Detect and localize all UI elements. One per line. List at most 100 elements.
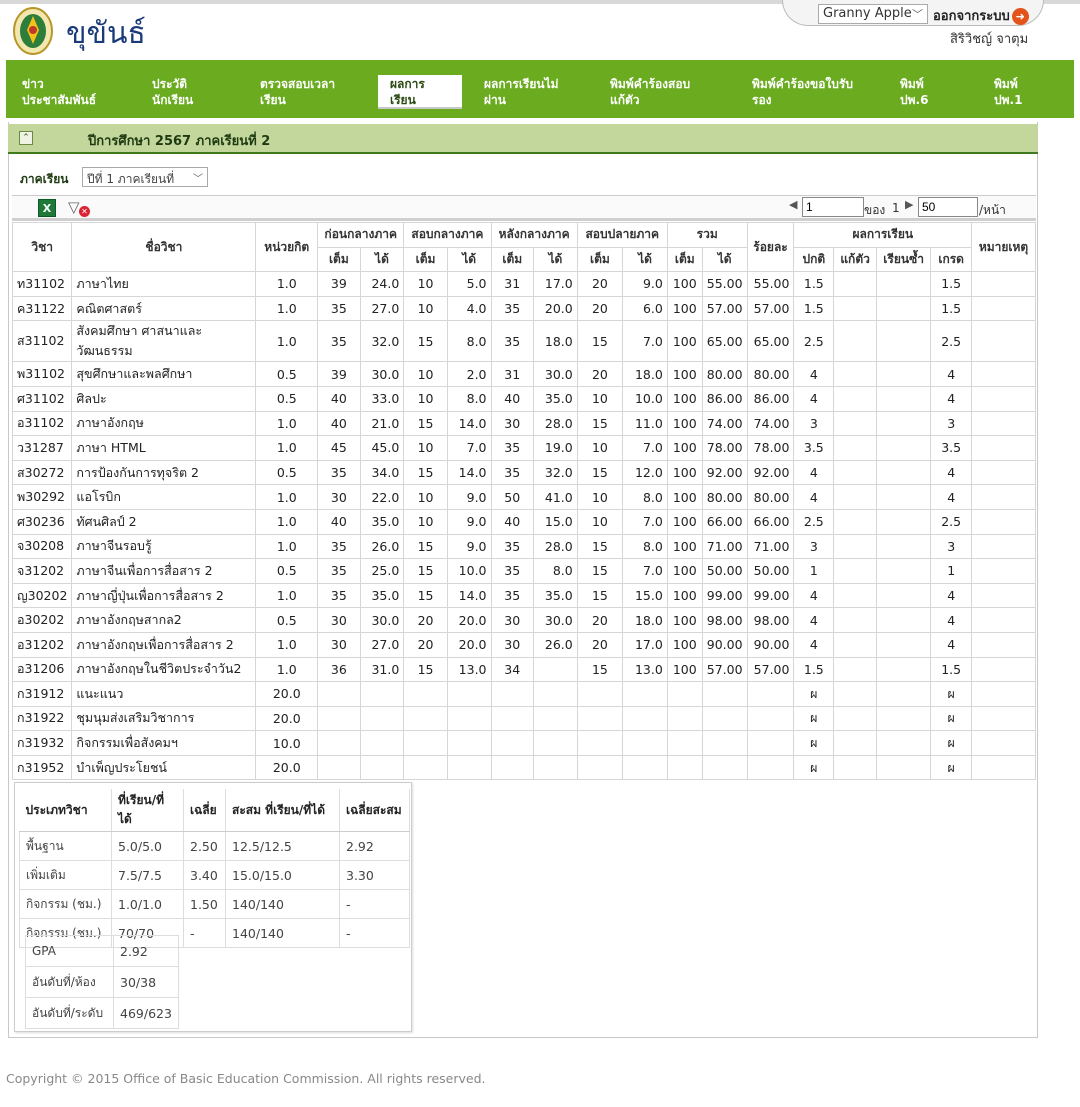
table-row[interactable]: ส30272 การป้องกันการทุจริต 2 0.5 35 34.0 15 14… [11,459,1036,486]
cell-percent: 90.00 [746,631,795,658]
cell-final-got: 6.0 [622,295,668,322]
col-grade: เกรด [930,246,973,273]
cell-retest [833,385,877,412]
page-input[interactable] [802,197,864,217]
nav-item-news[interactable]: ข่าว ประชาสัมพันธ์ [22,76,96,108]
summary-cell: - [339,918,410,948]
cell-normal: 4 [793,484,835,510]
cell-normal: 1 [793,558,835,584]
cell-subject-code: ท31102 [11,271,73,297]
logout-button[interactable]: ออกจากระบบ ➜ [933,5,1029,26]
cell-normal: 1.5 [793,271,835,297]
next-page-icon[interactable]: ▶ [905,198,913,211]
nav-label: เรียน [390,93,416,107]
cell-credit: 1.0 [255,508,319,535]
table-row[interactable]: พ31102 สุขศึกษาและพลศึกษา 0.5 39 30.0 10 2.0 31… [11,361,1036,387]
cell-total-full: 100 [666,459,703,486]
collapse-icon[interactable]: ⌃ [19,131,33,145]
cell-final-full: 15 [576,410,624,437]
chevron-down-icon: ﹀ [912,8,923,21]
table-row[interactable]: จ30208 ภาษาจีนรอบรู้ 1.0 35 26.0 15 9.0 35 28.0 1… [11,533,1036,560]
account-select[interactable]: Granny Apple ﹀ [818,4,928,24]
table-row[interactable]: ท31102 ภาษาไทย 1.0 39 24.0 10 5.0 31 17.0 20 9.0 10… [11,271,1036,297]
table-row[interactable]: พ30292 แอโรบิก 1.0 30 22.0 10 9.0 50 41.0 10 8.0 10… [11,484,1036,510]
cell-before-full: 39 [317,271,361,297]
cell-total-got [701,730,748,756]
table-row[interactable]: อ31202 ภาษาอังกฤษเพื่อการสื่อสาร 2 1.0 30 27… [11,631,1036,658]
cell-remark [971,558,1036,584]
nav-item-print-pp1[interactable]: พิมพ์ ปพ.1 [994,76,1022,108]
cell-after-full [490,705,535,732]
cell-normal: 4 [793,459,835,486]
cell-total-full: 100 [666,508,703,535]
cell-before-got: 34.0 [359,459,405,486]
table-row[interactable]: อ30202 ภาษาอังกฤษสากล2 0.5 30 30.0 20 20.0 30 30… [11,607,1036,633]
cell-mid-got: 10.0 [446,558,492,584]
table-row[interactable]: ก31922 ชุมนุมส่งเสริมวิชาการ 20.0 ผ ผ [11,705,1036,732]
account-select-value: Granny Apple [823,6,912,21]
nav-item-failed-results[interactable]: ผลการเรียนไม่ ผ่าน [484,76,559,108]
cell-before-full: 30 [317,607,361,633]
cell-subject-name: ชุมนุมส่งเสริมวิชาการ [71,705,257,732]
cell-retest [833,295,877,322]
cell-credit: 20.0 [255,681,319,707]
cell-normal: ผ [793,730,835,756]
table-row[interactable]: ก31932 กิจกรรมเพื่อสังคมฯ 10.0 ผ ผ [11,730,1036,756]
nav-label: พิมพ์คำร้องขอใบรับ [752,77,853,91]
cell-final-got: 9.0 [622,271,668,297]
nav-item-student-profile[interactable]: ประวัติ นักเรียน [152,76,193,108]
nav-item-grades[interactable]: ผลการ เรียน [378,75,462,109]
cell-grade: 1.5 [930,656,973,683]
table-row[interactable]: ศ30236 ทัศนศิลป์ 2 1.0 40 35.0 10 9.0 40 15.0 10 7… [11,508,1036,535]
nav-item-print-certificate[interactable]: พิมพ์คำร้องขอใบรับ รอง [752,76,853,108]
col-total: รวม [666,222,748,248]
cell-final-got: 12.0 [622,459,668,486]
cell-final-got: 17.0 [622,631,668,658]
cell-before-full: 35 [317,320,361,363]
cell-subject-name: แอโรบิก [71,484,257,510]
grades-table: วิชา ชื่อวิชา หน่วยกิต ก่อนกลางภาค สอบกล… [11,221,1036,781]
cell-after-got [533,656,578,683]
col-percent[interactable]: ร้อยละ [746,221,795,273]
summary-cell: 140/140 [225,889,340,919]
table-row[interactable]: จ31202 ภาษาจีนเพื่อการสื่อสาร 2 0.5 35 25.0 1… [11,558,1036,584]
cell-total-full: 100 [666,295,703,322]
cell-before-got: 35.0 [359,508,405,535]
gpa-label: อันดับที่/ระดับ [25,997,114,1029]
prev-page-icon[interactable]: ◀ [789,198,797,211]
cell-final-got: 8.0 [622,484,668,510]
cell-subject-code: จ31202 [11,558,73,584]
nav-label: ผ่าน [484,93,506,107]
table-row[interactable]: อ31102 ภาษาอังกฤษ 1.0 40 21.0 15 14.0 30 28.0 15 1… [11,410,1036,437]
col-subject-code[interactable]: วิชา [11,221,73,273]
col-credit[interactable]: หน่วยกิต [255,221,319,273]
nav-item-attendance[interactable]: ตรวจสอบเวลา เรียน [260,76,335,108]
cell-total-got: 92.00 [701,459,748,486]
table-row[interactable]: ส31102 สังคมศึกษา ศาสนาและวัฒนธรรม 1.0 35 32… [11,320,1036,363]
clear-filter-icon[interactable]: ▽ ✕ [68,198,90,218]
excel-export-icon[interactable]: X [38,199,56,217]
cell-retest [833,361,877,387]
page-size-input[interactable] [918,197,978,217]
cell-before-got: 21.0 [359,410,405,437]
cell-total-got: 74.00 [701,410,748,437]
nav-item-print-retest[interactable]: พิมพ์คำร้องสอบ แก้ตัว [610,76,690,108]
cell-total-full: 100 [666,558,703,584]
table-row[interactable]: ค31122 คณิตศาสตร์ 1.0 35 27.0 10 4.0 35 20.0 20 6.… [11,295,1036,322]
table-row[interactable]: ญ30202 ภาษาญี่ปุ่นเพื่อการสื่อสาร 2 1.0 35 3… [11,582,1036,609]
table-row[interactable]: ก31912 แนะแนว 20.0 ผ ผ [11,681,1036,707]
cell-after-full [490,681,535,707]
chevron-down-icon: ﹀ [193,174,203,185]
term-select[interactable]: ปีที่ 1 ภาคเรียนที่ ﹀ [82,167,208,187]
table-row[interactable]: ศ31102 ศิลปะ 0.5 40 33.0 10 8.0 40 35.0 10 10.0 100… [11,385,1036,412]
col-remark[interactable]: หมายเหตุ [971,221,1036,273]
col-subject-name[interactable]: ชื่อวิชา [71,221,257,273]
table-row[interactable]: ก31952 บำเพ็ญประโยชน์ 20.0 ผ ผ [11,754,1036,781]
table-row[interactable]: ว31287 ภาษา HTML 1.0 45 45.0 10 7.0 35 19.0 10 7.0… [11,435,1036,461]
cell-after-full: 50 [490,484,535,510]
main-nav: ข่าว ประชาสัมพันธ์ ประวัติ นักเรียน ตรวจสอ… [6,60,1074,118]
nav-item-print-pp6[interactable]: พิมพ์ ปพ.6 [900,76,928,108]
cell-credit: 1.0 [255,533,319,560]
cell-remark [971,361,1036,387]
table-row[interactable]: อ31206 ภาษาอังกฤษในชีวิตประจำวัน2 1.0 36 31.… [11,656,1036,683]
